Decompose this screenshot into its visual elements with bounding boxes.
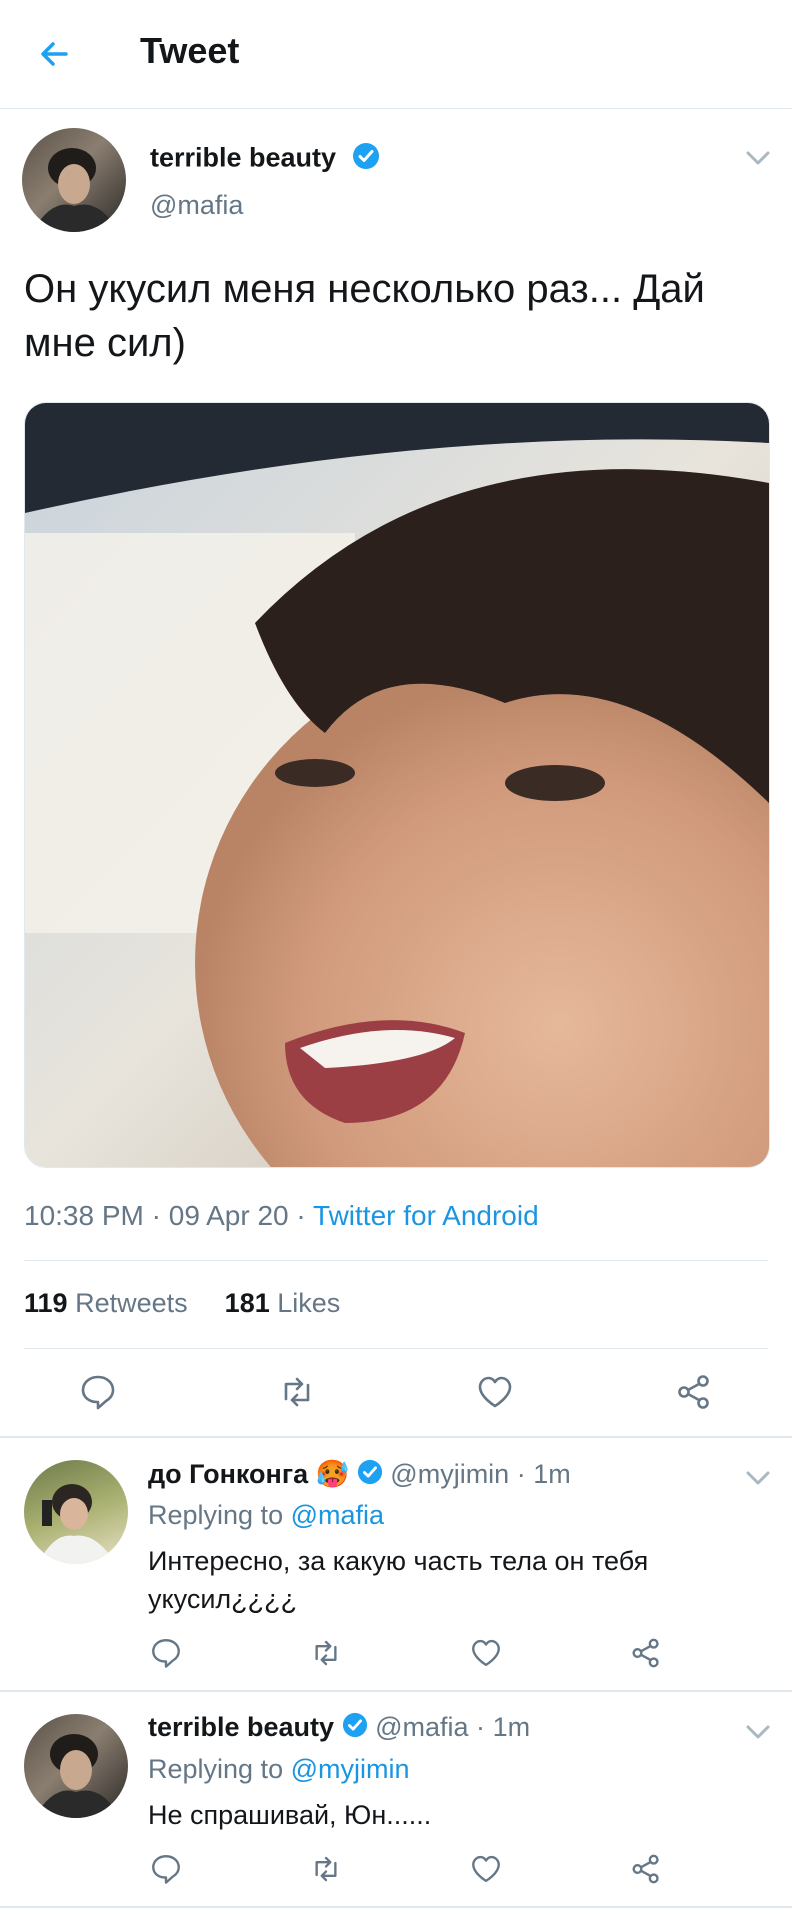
replying-to-link[interactable]: @myjimin (291, 1754, 410, 1784)
back-arrow-icon[interactable] (34, 34, 74, 74)
divider (24, 1348, 768, 1349)
likes-stat[interactable]: 181 Likes (225, 1288, 341, 1318)
chevron-down-icon[interactable] (745, 150, 771, 166)
reply-text: Не спрашивай, Юн...... (148, 1800, 432, 1830)
verified-badge-icon (342, 1712, 368, 1745)
like-icon[interactable] (469, 1636, 503, 1670)
tweet-stats: 119 Retweets 181 Likes (24, 1288, 340, 1319)
reply-author-name[interactable]: до Гонконга (148, 1459, 308, 1489)
author-name[interactable]: terrible beauty (150, 143, 336, 173)
divider (0, 1436, 792, 1438)
tweet-date: 09 Apr 20 (168, 1200, 289, 1231)
reply-icon[interactable] (149, 1636, 183, 1670)
avatar[interactable] (22, 128, 126, 232)
retweet-icon[interactable] (309, 1852, 343, 1886)
like-icon[interactable] (469, 1852, 503, 1886)
replying-to: Replying to @mafia (148, 1500, 384, 1531)
tweet-source-link[interactable]: Twitter for Android (313, 1200, 539, 1231)
tweet-media-image[interactable] (24, 402, 770, 1168)
verified-badge-icon (357, 1459, 383, 1492)
avatar[interactable] (24, 1714, 128, 1818)
reply-author-handle[interactable]: @mafia (375, 1712, 468, 1742)
reply-time: 1m (492, 1712, 531, 1742)
meta-separator: · (516, 1459, 526, 1489)
avatar[interactable] (24, 1460, 128, 1564)
retweets-label: Retweets (75, 1288, 188, 1318)
author-handle[interactable]: @mafia (150, 190, 243, 221)
share-icon[interactable] (629, 1636, 663, 1670)
page-title: Tweet (140, 30, 240, 71)
likes-label: Likes (277, 1288, 341, 1318)
reply-author-name[interactable]: terrible beauty (148, 1712, 334, 1742)
divider (0, 1906, 792, 1908)
share-icon[interactable] (674, 1372, 714, 1412)
like-icon[interactable] (475, 1372, 515, 1412)
replying-label: Replying to (148, 1754, 284, 1784)
chevron-down-icon[interactable] (745, 1724, 771, 1740)
tweet-meta: 10:38 PM · 09 Apr 20 · Twitter for Andro… (24, 1200, 539, 1232)
retweets-count: 119 (24, 1288, 68, 1318)
reply-author-handle[interactable]: @myjimin (390, 1459, 509, 1489)
reply-author-row: до Гонконга 🥵 @myjimin · 1m (148, 1458, 571, 1492)
tweet-time: 10:38 PM (24, 1200, 144, 1231)
meta-separator: · (476, 1712, 486, 1742)
chevron-down-icon[interactable] (745, 1470, 771, 1486)
divider (0, 1690, 792, 1692)
meta-separator: · (151, 1200, 161, 1231)
verified-badge-icon (352, 142, 380, 177)
replying-to-link[interactable]: @mafia (291, 1500, 384, 1530)
author-row: terrible beauty (150, 142, 380, 177)
retweet-icon[interactable] (277, 1372, 317, 1412)
meta-separator: · (296, 1200, 306, 1231)
reply-time: 1m (533, 1459, 571, 1489)
likes-count: 181 (224, 1288, 270, 1318)
top-app-bar: Tweet (0, 0, 792, 109)
reply-icon[interactable] (149, 1852, 183, 1886)
reply-author-row: terrible beauty @mafia · 1m (148, 1712, 530, 1745)
replying-to: Replying to @myjimin (148, 1754, 410, 1785)
reply-icon[interactable] (78, 1372, 118, 1412)
replying-label: Replying to (148, 1500, 284, 1530)
tweet-text: Он укусил меня несколько раз... Дай мне … (24, 267, 705, 365)
reply-text: Интересно, за какую часть тела он тебя у… (148, 1546, 649, 1614)
share-icon[interactable] (629, 1852, 663, 1886)
retweets-stat[interactable]: 119 Retweets (24, 1288, 188, 1318)
hot-face-emoji: 🥵 (315, 1459, 350, 1489)
divider (24, 1260, 768, 1261)
retweet-icon[interactable] (309, 1636, 343, 1670)
